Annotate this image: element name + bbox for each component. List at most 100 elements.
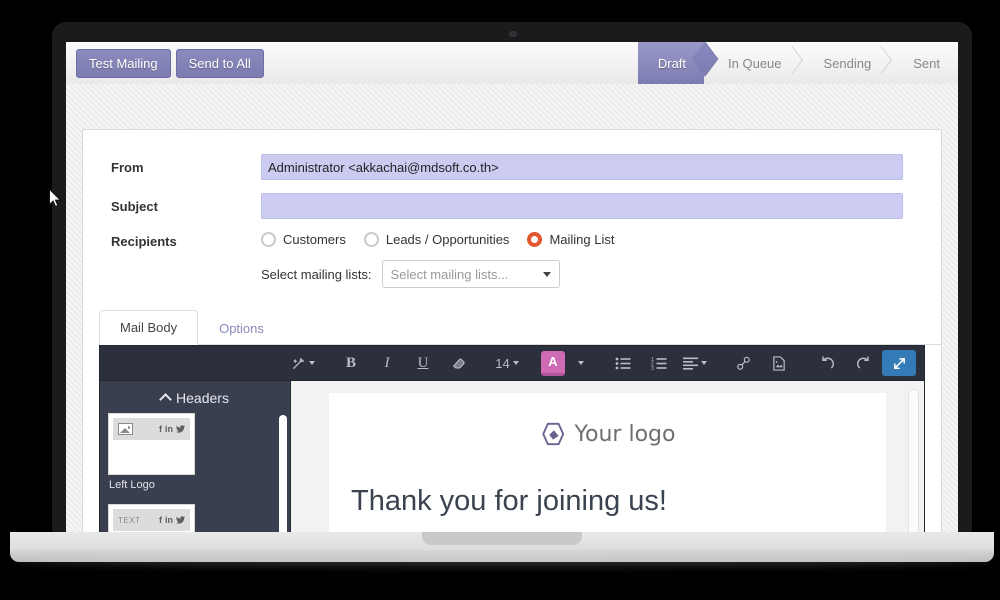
- mailing-list-select[interactable]: Select mailing lists...: [381, 260, 560, 288]
- radio-customers[interactable]: Customers: [261, 232, 346, 247]
- chevron-down-icon: [542, 271, 551, 277]
- social-icons: f in: [159, 515, 185, 525]
- subject-row: Subject: [111, 193, 913, 219]
- record-sheet: From Subject Recipients: [82, 129, 942, 542]
- mouse-cursor-icon: [48, 188, 62, 208]
- radio-label: Customers: [283, 232, 346, 247]
- recipient-radio-group: Customers Leads / Opportunities Mailing …: [261, 232, 913, 247]
- svg-text:3: 3: [651, 366, 654, 370]
- snippet-panel: Headers f in Left Logo TEXT f in: [100, 381, 291, 542]
- image-button[interactable]: [762, 350, 796, 376]
- laptop-lid: Test Mailing Send to All Draft In Queue …: [52, 22, 972, 542]
- facebook-icon: f: [159, 515, 162, 525]
- mailing-list-placeholder: Select mailing lists...: [390, 266, 509, 282]
- screenshot-stage: Test Mailing Send to All Draft In Queue …: [0, 0, 1000, 600]
- twitter-bird-icon: [176, 516, 185, 524]
- snippet-scrollbar[interactable]: [279, 415, 287, 540]
- mailing-form: From Subject Recipients: [83, 130, 941, 288]
- snippet-bar: TEXT f in: [113, 509, 190, 531]
- radio-dot-icon: [261, 232, 276, 247]
- mailing-list-label: Select mailing lists:: [261, 266, 372, 282]
- font-size-dropdown[interactable]: 14: [490, 350, 524, 376]
- facebook-icon: f: [159, 424, 162, 434]
- text-placeholder-label: TEXT: [118, 515, 141, 525]
- status-step-label: Draft: [657, 55, 687, 71]
- snippet-bar: f in: [113, 418, 190, 440]
- snippet-section-headers[interactable]: Headers: [100, 381, 290, 413]
- status-step-sent[interactable]: Sent: [889, 42, 958, 84]
- chevron-down-icon: [512, 361, 519, 365]
- radio-mailing-list[interactable]: Mailing List: [527, 232, 614, 247]
- preview-scrollbar[interactable]: [908, 389, 919, 542]
- snippet-label: Left Logo: [109, 479, 155, 491]
- underline-button[interactable]: U: [406, 350, 440, 376]
- from-label: From: [111, 159, 144, 175]
- send-to-all-button[interactable]: Send to All: [175, 48, 264, 78]
- snippet-thumbnail: f in: [108, 413, 195, 475]
- recipients-label: Recipients: [111, 234, 177, 249]
- subject-input[interactable]: [261, 193, 903, 219]
- mail-preview: Your logo Thank you for joining us!: [291, 381, 924, 542]
- text-color-dropdown[interactable]: [570, 350, 592, 376]
- test-mailing-button[interactable]: Test Mailing: [76, 48, 171, 78]
- mail-logo-row: Your logo: [329, 421, 886, 447]
- fullscreen-button[interactable]: [882, 350, 916, 376]
- snippet-left-logo[interactable]: f in Left Logo: [108, 413, 195, 498]
- snippet-grid: f in Left Logo TEXT f in: [100, 413, 290, 542]
- mail-headline: Thank you for joining us!: [351, 485, 667, 517]
- status-step-label: Sent: [913, 55, 940, 71]
- tab-mail-body[interactable]: Mail Body: [99, 310, 199, 345]
- tab-options[interactable]: Options: [198, 311, 285, 345]
- app-toolbar: Test Mailing Send to All Draft In Queue …: [66, 42, 958, 85]
- link-button[interactable]: [726, 350, 760, 376]
- unordered-list-button[interactable]: [606, 350, 640, 376]
- chevron-down-icon: [578, 361, 584, 365]
- content-background: From Subject Recipients: [66, 84, 958, 542]
- status-step-label: In Queue: [728, 55, 782, 71]
- action-button-group: Test Mailing Send to All: [76, 48, 264, 78]
- text-color-button[interactable]: A: [538, 350, 568, 376]
- radio-label: Leads / Opportunities: [385, 232, 510, 247]
- status-step-draft[interactable]: Draft: [637, 42, 705, 84]
- undo-button[interactable]: [810, 350, 844, 376]
- align-dropdown[interactable]: [678, 350, 712, 376]
- linkedin-icon: in: [165, 515, 173, 525]
- chevron-down-icon: [701, 361, 707, 365]
- status-step-label: Sending: [823, 55, 872, 71]
- status-step-in-queue[interactable]: In Queue: [704, 42, 800, 84]
- linkedin-icon: in: [165, 424, 173, 434]
- social-icons: f in: [159, 424, 185, 434]
- bold-button[interactable]: B: [334, 350, 368, 376]
- from-input[interactable]: [261, 154, 903, 180]
- editor-tabs: Mail Body Options: [99, 310, 941, 345]
- text-color-swatch: A: [541, 350, 565, 376]
- clear-format-icon[interactable]: [442, 350, 476, 376]
- editor-body: Headers f in Left Logo TEXT f in Your lo…: [100, 381, 924, 542]
- radio-dot-icon: [527, 232, 543, 247]
- ordered-list-button[interactable]: 1 2 3: [642, 350, 676, 376]
- from-row: From: [111, 154, 913, 180]
- mail-logo-text: Your logo: [574, 421, 676, 447]
- chevron-down-icon: [309, 361, 315, 365]
- chevron-up-icon: [159, 393, 172, 406]
- redo-button[interactable]: [846, 350, 880, 376]
- radio-label: Mailing List: [549, 232, 615, 247]
- editor-toolbar: B I U 14 A 1 2 3: [100, 346, 924, 381]
- laptop-shadow: [12, 556, 992, 566]
- subject-label: Subject: [111, 198, 158, 214]
- radio-leads-opportunities[interactable]: Leads / Opportunities: [363, 232, 510, 247]
- status-flow: Draft In Queue Sending Sent: [637, 42, 958, 84]
- mail-preview-page[interactable]: Your logo Thank you for joining us!: [329, 393, 886, 542]
- italic-button[interactable]: I: [370, 350, 404, 376]
- snippet-section-title: Headers: [176, 390, 229, 406]
- status-step-sending[interactable]: Sending: [800, 42, 890, 84]
- mailing-list-row: Select mailing lists: Select mailing lis…: [261, 260, 913, 288]
- mail-body-editor: B I U 14 A 1 2 3 Headers f in Left Logo …: [99, 345, 925, 542]
- brand-hexagon-logo-icon: [541, 422, 564, 446]
- radio-dot-icon: [363, 232, 379, 247]
- twitter-bird-icon: [176, 425, 185, 433]
- font-size-value: 14: [495, 355, 510, 371]
- style-wand-icon[interactable]: [286, 350, 320, 376]
- image-placeholder-icon: [118, 423, 133, 435]
- laptop-screen: Test Mailing Send to All Draft In Queue …: [66, 42, 958, 542]
